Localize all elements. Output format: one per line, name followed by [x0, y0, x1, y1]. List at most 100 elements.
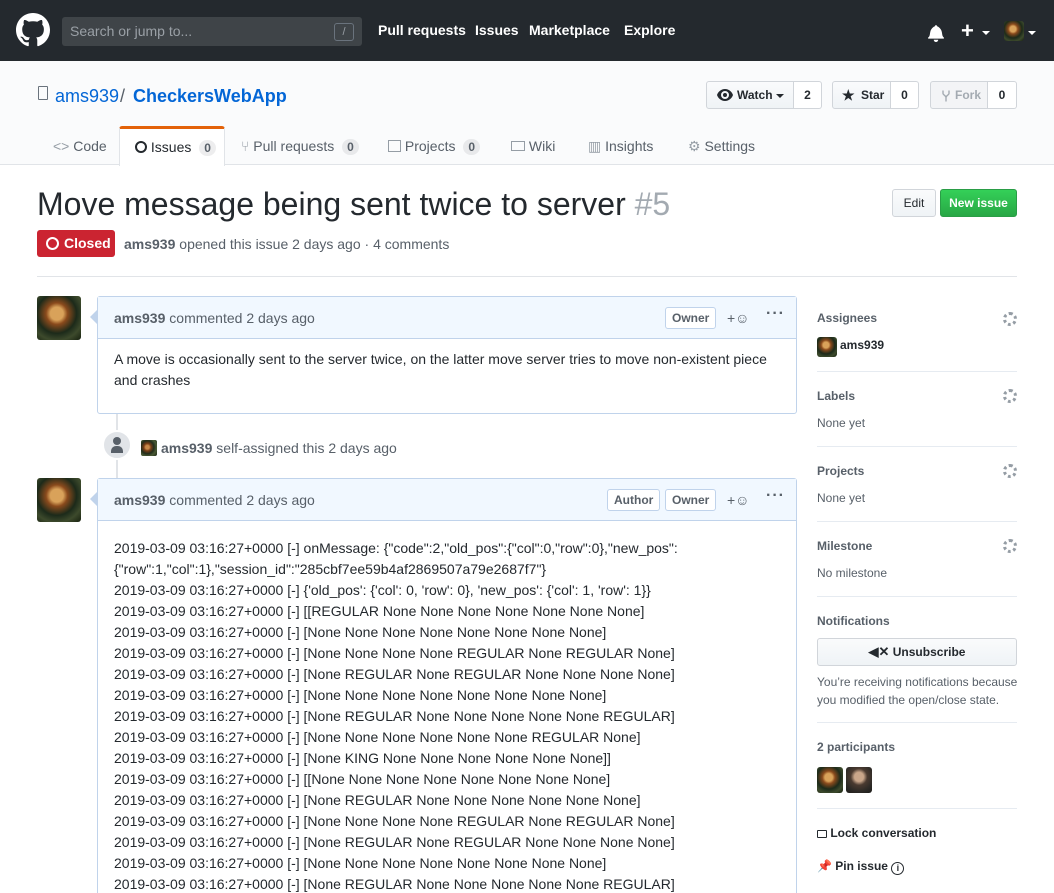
pin-icon: 📌: [817, 859, 832, 873]
event-text: self-assigned this 2 days ago: [216, 440, 397, 456]
nav-pull-requests[interactable]: Pull requests: [378, 22, 466, 38]
comment-body: 2019-03-09 03:16:27+0000 [-] onMessage: …: [98, 521, 796, 893]
log-line: 2019-03-09 03:16:27+0000 [-] [[REGULAR N…: [114, 603, 645, 619]
repo-icon: [38, 86, 48, 100]
gear-icon: ⚙: [688, 138, 701, 154]
lock-conversation-label: Lock conversation: [830, 826, 937, 840]
kebab-menu-icon[interactable]: ···: [766, 306, 785, 322]
tab-pull-requests-count: 0: [342, 139, 359, 155]
nav-marketplace[interactable]: Marketplace: [529, 22, 610, 38]
owner-label: Owner: [665, 307, 717, 329]
sidebar-divider: [817, 521, 1017, 522]
star-count[interactable]: 0: [891, 81, 919, 109]
participant-avatar[interactable]: [817, 767, 843, 793]
user-menu-caret-icon: [1028, 31, 1036, 35]
log-line: {"row":1,"col":1},"session_id":"285cbf7e…: [114, 561, 547, 577]
log-line: 2019-03-09 03:16:27+0000 [-] [None None …: [114, 855, 607, 871]
log-line: 2019-03-09 03:16:27+0000 [-] [None None …: [114, 813, 675, 829]
log-line: 2019-03-09 03:16:27+0000 [-] [None REGUL…: [114, 834, 675, 850]
owner-label: Owner: [665, 489, 717, 511]
labels-title[interactable]: Labels: [817, 389, 855, 403]
header-divider: [37, 276, 1017, 277]
tab-code[interactable]: <> Code: [53, 126, 107, 166]
unsubscribe-button[interactable]: ◀✕ Unsubscribe: [817, 638, 1017, 666]
search-input[interactable]: Search or jump to... /: [62, 17, 362, 46]
projects-title[interactable]: Projects: [817, 464, 864, 478]
log-line: 2019-03-09 03:16:27+0000 [-] [[None None…: [114, 771, 611, 787]
tab-pull-requests[interactable]: ⑂ Pull requests 0: [241, 126, 359, 166]
nav-explore[interactable]: Explore: [624, 22, 675, 38]
assignee-avatar[interactable]: [817, 337, 837, 357]
star-button[interactable]: ★ Star: [832, 81, 891, 109]
milestone-title[interactable]: Milestone: [817, 539, 872, 553]
graph-icon: ▥: [588, 138, 602, 154]
add-reaction-icon[interactable]: +☺: [727, 311, 749, 325]
issue-state-badge: Closed: [37, 230, 115, 257]
sidebar-divider: [817, 808, 1017, 809]
watch-count[interactable]: 2: [794, 81, 822, 109]
sidebar-divider: [817, 596, 1017, 597]
participant-avatar[interactable]: [846, 767, 872, 793]
add-reaction-icon[interactable]: +☺: [727, 493, 749, 507]
fork-label: Fork: [955, 88, 982, 102]
comment-timestamp[interactable]: commented 2 days ago: [169, 310, 315, 326]
tab-insights[interactable]: ▥ Insights: [588, 126, 653, 166]
labels-gear-icon[interactable]: [1003, 389, 1017, 403]
comment-author-avatar[interactable]: [37, 478, 81, 522]
event-author-link[interactable]: ams939: [161, 440, 212, 456]
fork-button[interactable]: Fork: [930, 81, 988, 109]
kebab-menu-icon[interactable]: ···: [766, 488, 785, 504]
lock-conversation-link[interactable]: Lock conversation: [817, 826, 936, 840]
nav-issues[interactable]: Issues: [475, 22, 519, 38]
code-icon: <>: [53, 138, 70, 154]
github-logo-icon[interactable]: [16, 13, 50, 47]
notifications-bell-icon[interactable]: [928, 24, 944, 42]
tab-issues-label: Issues: [150, 139, 192, 155]
participants-title: 2 participants: [817, 740, 896, 754]
comment-timestamp[interactable]: commented 2 days ago: [169, 492, 315, 508]
tab-issues[interactable]: Issues 0: [119, 126, 225, 166]
tab-wiki[interactable]: Wiki: [511, 126, 555, 166]
projects-gear-icon[interactable]: [1003, 464, 1017, 478]
log-line: 2019-03-09 03:16:27+0000 [-] {'old_pos':…: [114, 582, 651, 598]
tab-projects-label: Projects: [404, 138, 456, 154]
repo-owner-link[interactable]: ams939: [55, 86, 119, 107]
watch-caret-icon: [776, 94, 784, 98]
comment-author-avatar[interactable]: [37, 296, 81, 340]
tab-pull-requests-label: Pull requests: [253, 138, 335, 154]
assignee-link[interactable]: ams939: [840, 338, 884, 352]
comment-body: A move is occasionally sent to the serve…: [114, 351, 767, 388]
create-caret-icon: [982, 31, 990, 35]
milestone-value: No milestone: [817, 566, 888, 580]
issue-author-link[interactable]: ams939: [124, 236, 175, 252]
info-icon[interactable]: i: [891, 862, 905, 875]
repo-name-link[interactable]: CheckersWebApp: [133, 86, 287, 107]
tab-insights-label: Insights: [605, 138, 654, 154]
issue-closed-icon: [46, 237, 59, 250]
star-icon: ★: [842, 87, 855, 103]
watch-button[interactable]: Watch: [706, 81, 794, 109]
assignees-gear-icon[interactable]: [1003, 312, 1017, 326]
create-new-dropdown[interactable]: +: [961, 20, 974, 42]
tab-projects[interactable]: Projects 0: [388, 126, 481, 166]
milestone-gear-icon[interactable]: [1003, 539, 1017, 553]
tab-settings[interactable]: ⚙ Settings: [688, 126, 755, 166]
comment: ams939 commented 2 days ago Author Owner…: [90, 478, 797, 893]
log-line: 2019-03-09 03:16:27+0000 [-] [None None …: [114, 687, 607, 703]
projects-value: None yet: [817, 491, 866, 505]
event-author-avatar[interactable]: [141, 440, 157, 456]
comment-author-link[interactable]: ams939: [114, 310, 165, 326]
log-line: 2019-03-09 03:16:27+0000 [-] [None None …: [114, 729, 641, 745]
labels-value: None yet: [817, 416, 866, 430]
assignees-title[interactable]: Assignees: [817, 311, 877, 325]
new-issue-button[interactable]: New issue: [940, 189, 1017, 217]
edit-title-button[interactable]: Edit: [892, 189, 936, 217]
fork-count[interactable]: 0: [988, 81, 1017, 109]
comment-header: ams939 commented 2 days ago Author Owner…: [90, 479, 796, 521]
user-avatar-menu[interactable]: [1004, 21, 1024, 41]
pin-issue-link[interactable]: 📌 Pin issue i: [817, 859, 905, 875]
log-line: 2019-03-09 03:16:27+0000 [-] [None REGUL…: [114, 708, 675, 724]
issue-number: #5: [634, 186, 671, 222]
issue-title: Move message being sent twice to server …: [37, 186, 670, 223]
comment-author-link[interactable]: ams939: [114, 492, 165, 508]
